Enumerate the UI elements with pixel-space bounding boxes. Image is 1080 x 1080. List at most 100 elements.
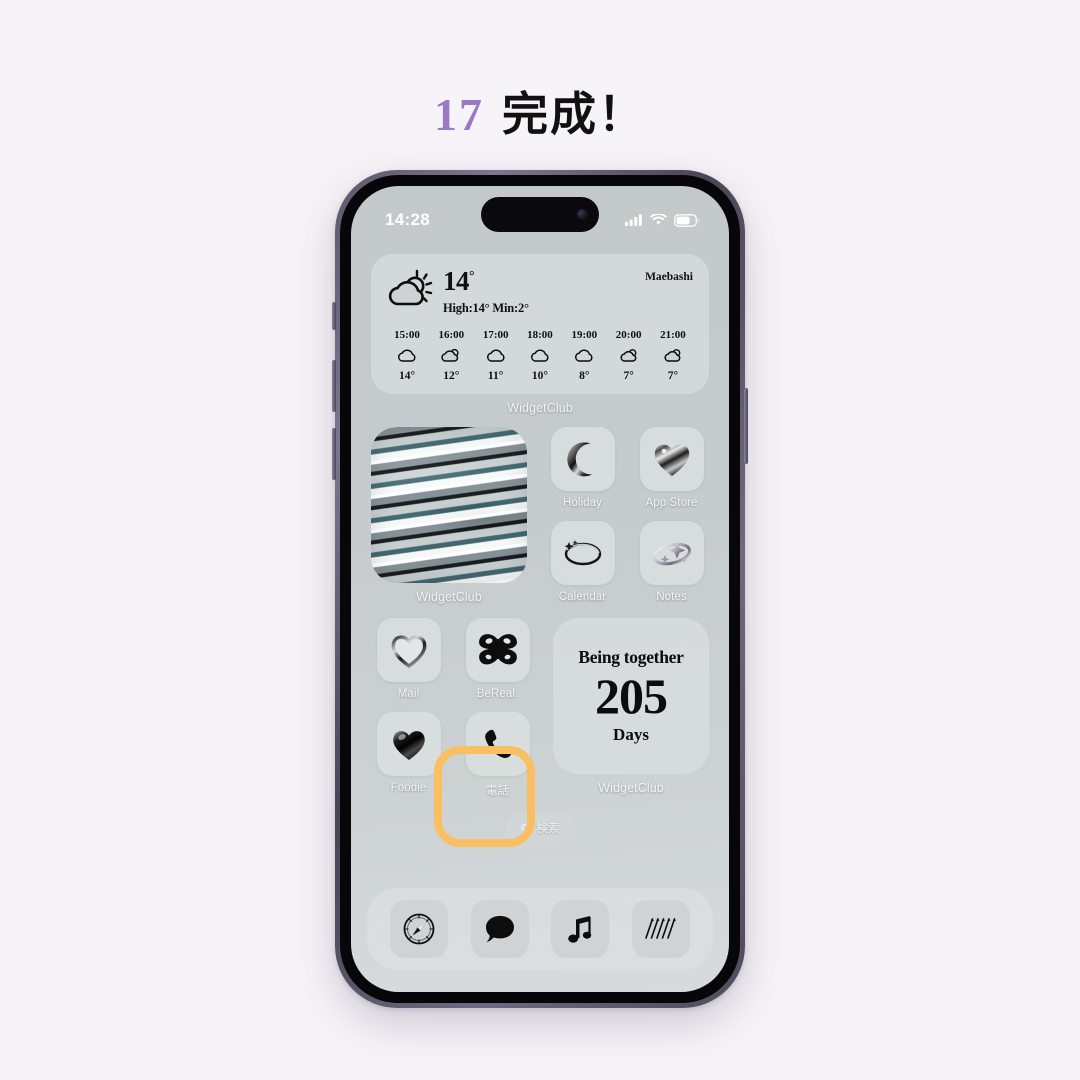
weather-hourly-list: 15:00 14° 16:00 12° 17:00 11° 18:00 10° … [387,329,693,382]
app-foodie[interactable]: Foodie [371,712,446,798]
marble-texture-widget[interactable] [371,427,527,583]
counter-widget-column: Being together 205 Days WidgetClub [553,618,709,798]
dynamic-island [481,197,599,232]
sun-behind-cloud-icon [441,348,459,362]
app-icon-container[interactable] [376,712,441,776]
dock-item-safari[interactable] [390,900,449,958]
search-label: 検索 [536,823,560,835]
apps-column: Holiday App Store Calendar Notes [545,427,709,604]
weather-hour-item: 21:00 7° [653,329,693,382]
app-calendar[interactable]: Calendar [545,521,620,603]
app-holiday[interactable]: Holiday [545,427,620,509]
cellular-signal-icon [625,214,642,226]
app-phone[interactable]: 電話 [460,712,535,798]
weather-hour-item: 20:00 7° [609,329,649,382]
counter-widget-label: WidgetClub [598,781,664,795]
counter-widget[interactable]: Being together 205 Days [553,618,709,774]
cloud-icon [398,349,416,362]
weather-hour-item: 16:00 12° [431,329,471,382]
phone-handset-icon [484,729,511,758]
weather-current-temp: 14° [443,266,475,296]
hour-time: 20:00 [615,329,642,341]
search-button[interactable]: 検索 [505,814,575,842]
home-row-1: WidgetClub Holiday App Store Calendar No… [371,427,709,604]
apps-left-block: Mail BeReal. Foodie 電話 [371,618,535,798]
dock [367,888,713,970]
weather-hour-item: 15:00 14° [387,329,427,382]
search-icon [521,823,532,834]
battery-icon [674,213,699,227]
app-icon-container[interactable] [639,521,704,585]
app-icon-container[interactable] [639,427,704,491]
page-title-text: 完成！ [502,87,646,141]
home-row-2: Mail BeReal. Foodie 電話 Being together 20… [371,618,709,798]
hour-temp: 14° [398,370,416,382]
chrome-heart-icon [654,444,689,476]
compass-icon [403,913,435,945]
hour-time: 16:00 [438,329,465,341]
weather-widget-label: WidgetClub [507,401,573,415]
power-button[interactable] [744,388,748,464]
sun-behind-cloud-icon [388,269,433,306]
app-label: Holiday [562,497,603,509]
hour-temp: 10° [531,370,549,382]
cloud-icon [531,349,549,362]
wifi-icon [650,214,667,225]
sparkle-ring-icon [652,542,691,566]
weather-hour-item: 18:00 10° [520,329,560,382]
app-icon-container[interactable] [376,618,441,682]
dock-item-camera[interactable] [631,900,690,958]
status-bar-clock: 14:28 [385,210,430,229]
app-label: BeReal. [476,688,519,700]
weather-city: Maebashi [645,271,693,283]
phone-screen: 14:28 14° High:14° Min:2° Maebashi 15:00… [351,186,729,992]
volume-down-button[interactable] [332,428,336,480]
weather-high-low: High:14° Min:2° [443,301,529,315]
hour-time: 15:00 [394,329,420,341]
sun-behind-cloud-icon [664,349,681,362]
butterfly-icon [478,634,517,665]
speech-bubble-icon [485,916,514,943]
cloud-icon [575,349,593,362]
app-bereal[interactable]: BeReal. [460,618,535,700]
apps-grid-bottom: Calendar Notes [545,521,709,603]
app-icon-container[interactable] [465,712,530,776]
iphone-mockup: 14:28 14° High:14° Min:2° Maebashi 15:00… [332,170,748,1008]
volume-up-button[interactable] [332,360,336,412]
app-icon-container[interactable] [465,618,530,682]
apps-row-mail-bereal: Mail BeReal. [371,618,535,700]
app-mail[interactable]: Mail [371,618,446,700]
photo-widget-label: WidgetClub [416,590,482,604]
outline-heart-icon [391,635,426,668]
counter-bottom-text: Days [613,724,649,744]
apps-row-foodie-phone: Foodie 電話 [371,712,535,798]
app-icon-container[interactable] [550,521,615,585]
app-appstore[interactable]: App Store [634,427,709,509]
hour-temp: 12° [443,370,460,382]
page-title-number: 17 [433,89,484,140]
photo-widget-column: WidgetClub [371,427,527,604]
page-title: 17 完成！ [0,78,1080,144]
dock-item-messages[interactable] [470,900,529,958]
weather-widget-header: 14° High:14° Min:2° Maebashi [387,268,693,316]
black-heart-icon [392,731,425,760]
sun-behind-cloud-icon [620,349,637,362]
front-camera-icon [577,209,588,220]
cloud-icon [486,349,505,362]
app-label: App Store [645,497,698,509]
app-icon-container[interactable] [550,427,615,491]
weather-widget[interactable]: 14° High:14° Min:2° Maebashi 15:00 14° 1… [371,254,709,394]
app-label: 電話 [485,785,510,797]
hour-time: 21:00 [660,329,686,341]
crescent-moon-icon [566,442,592,477]
status-bar-indicators [625,213,699,227]
hour-temp: 7° [623,370,634,382]
mute-switch[interactable] [332,302,336,330]
ring-ellipse-icon [564,540,601,566]
dock-item-music[interactable] [551,900,610,958]
hour-time: 18:00 [527,329,553,341]
apps-grid-top: Holiday App Store [545,427,709,509]
weather-hour-item: 19:00 8° [564,329,604,382]
weather-current: 14° High:14° Min:2° [387,268,529,316]
app-notes[interactable]: Notes [634,521,709,603]
